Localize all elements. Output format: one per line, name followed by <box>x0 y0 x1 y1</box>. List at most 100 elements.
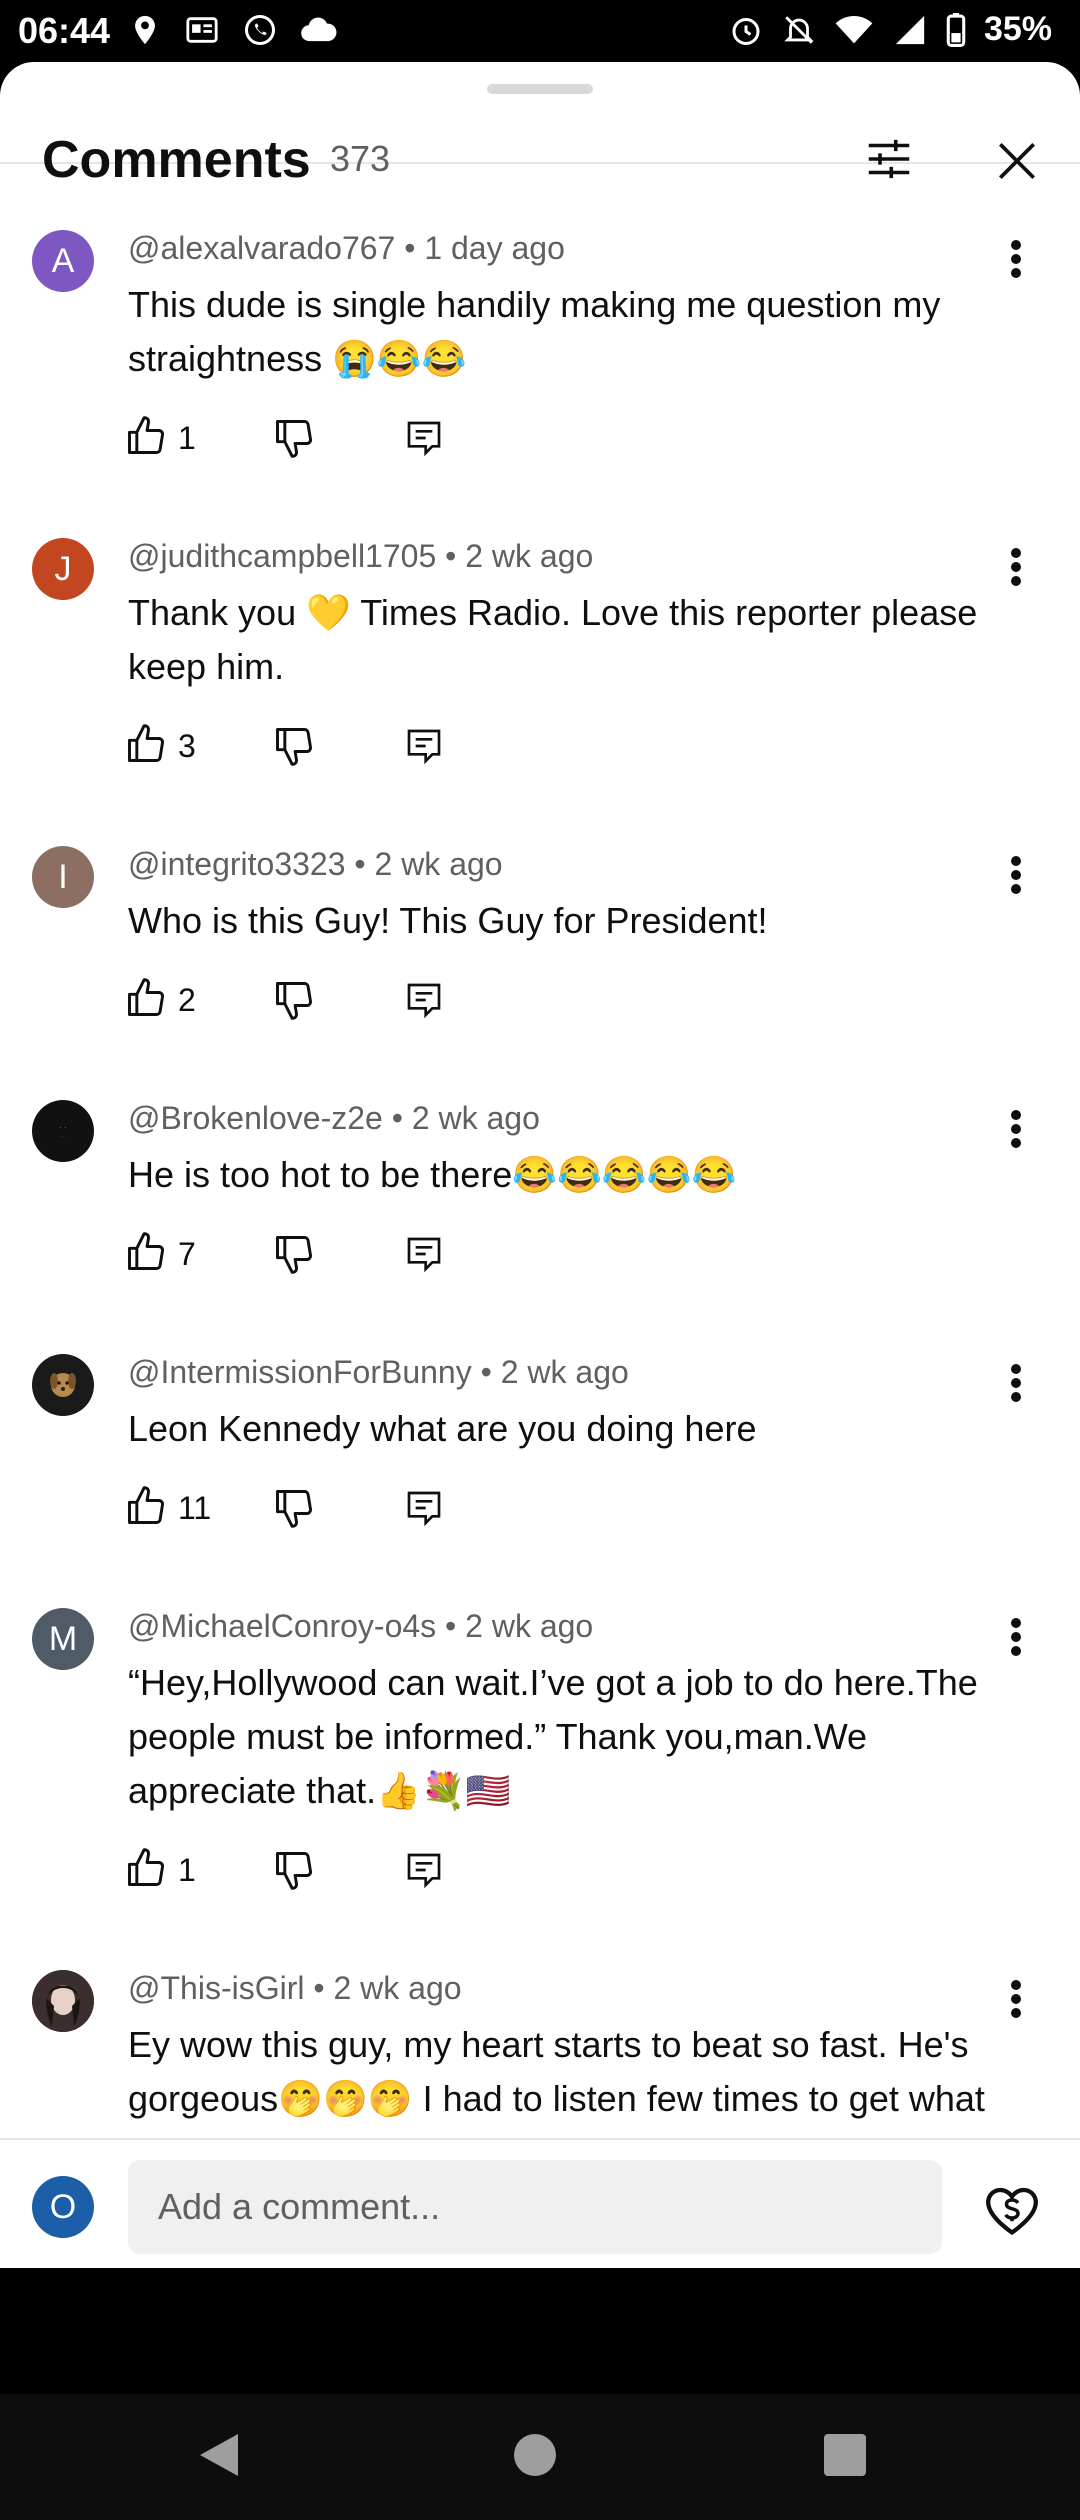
dislike-icon[interactable] <box>272 724 316 768</box>
comment-text: This dude is single handily making me qu… <box>128 284 941 379</box>
comment-author[interactable]: @This-isGirl <box>128 1970 304 2006</box>
cloud-icon <box>301 17 337 42</box>
comment-author[interactable]: @IntermissionForBunny <box>128 1354 472 1390</box>
like-count: 1 <box>178 1852 196 1888</box>
user-avatar-initial: O <box>49 2187 77 2226</box>
news-icon <box>186 17 218 43</box>
comment-text: Who is this Guy! This Guy for President! <box>128 900 768 941</box>
comment-meta: @integrito3323 • 2 wk ago <box>128 846 503 882</box>
comments-count: 373 <box>330 138 391 179</box>
like-count: 11 <box>178 1490 212 1526</box>
comment-meta: @alexalvarado767 • 1 day ago <box>128 230 565 266</box>
avatar-initial: A <box>51 241 75 280</box>
avatar[interactable]: J <box>32 538 94 600</box>
comment-actions: 1 <box>124 414 484 464</box>
avatar[interactable]: A <box>32 230 94 292</box>
reply-icon[interactable] <box>404 1232 444 1276</box>
avatar-image <box>50 1373 76 1397</box>
super-thanks-icon[interactable] <box>982 2180 1042 2240</box>
comment-text: He is too hot to be there😂😂😂😂😂 <box>128 1154 737 1195</box>
dislike-icon[interactable] <box>272 978 316 1022</box>
more-options-icon[interactable] <box>1000 542 1032 592</box>
location-icon <box>135 15 155 45</box>
avatar[interactable] <box>32 1354 94 1416</box>
dislike-icon[interactable] <box>272 1848 316 1892</box>
more-options-icon[interactable] <box>1000 1358 1032 1408</box>
reply-icon[interactable] <box>404 978 444 1022</box>
dislike-icon[interactable] <box>272 1486 316 1530</box>
comment-input[interactable] <box>128 2160 942 2254</box>
battery-icon <box>946 12 966 47</box>
comment-composer: O <box>0 2138 1080 2268</box>
avatar[interactable]: M <box>32 1608 94 1670</box>
comment-author[interactable]: @Brokenlove-z2e <box>128 1100 383 1136</box>
comment-meta: @Brokenlove-z2e • 2 wk ago <box>128 1100 540 1136</box>
comment-age: 2 wk ago <box>465 1608 594 1644</box>
more-options-icon[interactable] <box>1000 1974 1032 2024</box>
comment-author[interactable]: @integrito3323 <box>128 846 346 882</box>
like-icon[interactable] <box>124 414 168 458</box>
svg-text:··: ·· <box>61 1134 65 1140</box>
like-icon[interactable] <box>124 976 168 1020</box>
silent-bell-icon <box>784 15 814 44</box>
dislike-icon[interactable] <box>272 416 316 460</box>
comment-age: 1 day ago <box>424 230 565 266</box>
comment-actions: 11 <box>124 1484 484 1534</box>
like-count: 3 <box>178 728 196 764</box>
avatar-initial: M <box>48 1619 78 1658</box>
reply-icon[interactable] <box>404 724 444 768</box>
like-icon[interactable] <box>124 1846 168 1890</box>
comment-text: Leon Kennedy what are you doing here <box>128 1408 757 1449</box>
wifi-icon <box>835 15 873 43</box>
dislike-icon[interactable] <box>272 1232 316 1276</box>
status-time: 06:44 <box>18 10 111 51</box>
avatar-initial: I <box>58 857 68 896</box>
more-options-icon[interactable] <box>1000 850 1032 900</box>
close-icon[interactable] <box>992 136 1042 186</box>
comment-age: 2 wk ago <box>411 1100 540 1136</box>
comment-actions: 1 <box>124 1846 484 1896</box>
back-icon[interactable] <box>196 2430 242 2480</box>
comment-author[interactable]: @MichaelConroy-o4s <box>128 1608 436 1644</box>
user-avatar[interactable]: O <box>32 2176 94 2238</box>
more-options-icon[interactable] <box>1000 1104 1032 1154</box>
home-icon[interactable] <box>514 2434 556 2476</box>
comment-actions: 7 <box>124 1230 484 1280</box>
signal-icon <box>895 15 925 44</box>
comment-actions: 2 <box>124 976 484 1026</box>
comments-title: Comments <box>42 131 311 189</box>
more-options-icon[interactable] <box>1000 234 1032 284</box>
comment-text: Ey wow this guy, my heart starts to beat… <box>128 2024 985 2136</box>
avatar[interactable]: I <box>32 846 94 908</box>
like-count: 1 <box>178 420 196 456</box>
avatar-initial: J <box>54 549 72 588</box>
status-bar: 06:44 35% <box>0 0 1080 62</box>
avatar[interactable]: · · ·· <box>32 1100 94 1162</box>
recent-apps-icon[interactable] <box>824 2434 866 2476</box>
reply-icon[interactable] <box>404 416 444 460</box>
comment-author[interactable]: @judithcampbell1705 <box>128 538 436 574</box>
more-options-icon[interactable] <box>1000 1612 1032 1662</box>
reply-icon[interactable] <box>404 1848 444 1892</box>
comments-sheet: Comments 373 A @alexalvarado767 • 1 day … <box>0 62 1080 2268</box>
notification-icons <box>128 12 338 48</box>
comment-author[interactable]: @alexalvarado767 <box>128 230 395 266</box>
comment-meta: @MichaelConroy-o4s • 2 wk ago <box>128 1608 594 1644</box>
comment-age: 2 wk ago <box>500 1354 629 1390</box>
like-icon[interactable] <box>124 1484 168 1528</box>
avatar-image <box>32 1970 94 2032</box>
comment-age: 2 wk ago <box>333 1970 462 2006</box>
like-icon[interactable] <box>124 722 168 766</box>
avatar-image: · · ·· <box>59 1123 67 1140</box>
comment-meta: @This-isGirl • 2 wk ago <box>128 1970 462 2006</box>
comment-meta: @IntermissionForBunny • 2 wk ago <box>128 1354 629 1390</box>
filter-icon[interactable] <box>862 132 916 186</box>
like-count: 2 <box>178 982 196 1018</box>
navigation-bar <box>0 2394 1080 2520</box>
like-icon[interactable] <box>124 1230 168 1274</box>
reply-icon[interactable] <box>404 1486 444 1530</box>
like-count: 7 <box>178 1236 196 1272</box>
comments-list: A @alexalvarado767 • 1 day ago This dude… <box>0 222 1080 2136</box>
avatar[interactable] <box>32 1970 94 2032</box>
whatsapp-icon <box>245 15 275 45</box>
